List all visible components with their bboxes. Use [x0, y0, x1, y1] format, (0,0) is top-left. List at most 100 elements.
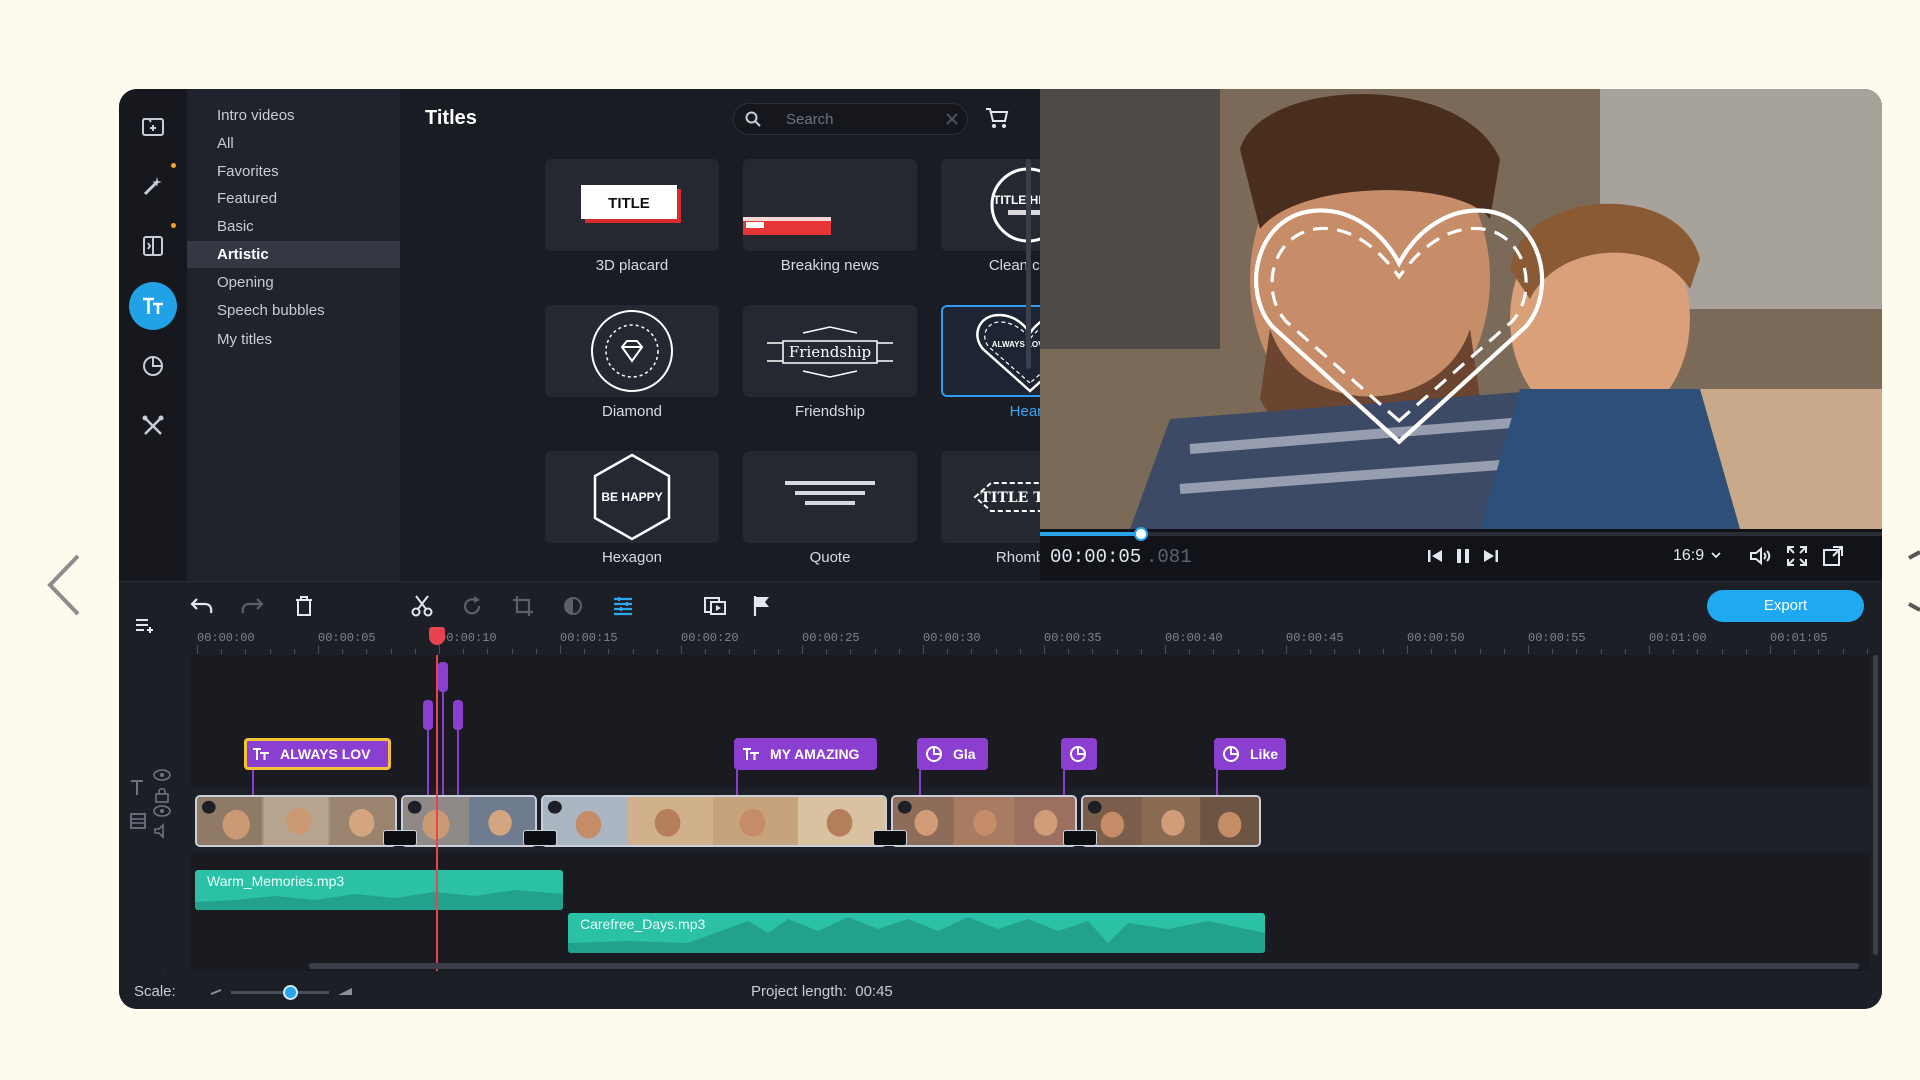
visibility-eye-icon[interactable]	[152, 765, 172, 785]
marker-flag-icon[interactable]	[749, 593, 775, 619]
ruler-tick	[1382, 649, 1384, 654]
tile-friendship[interactable]: Friendship	[743, 305, 917, 397]
undo-icon[interactable]	[189, 593, 215, 619]
crop-icon[interactable]	[510, 593, 536, 619]
mute-track-icon[interactable]	[152, 821, 172, 841]
transition-marker[interactable]	[383, 830, 417, 846]
ruler-tick	[995, 649, 997, 654]
titles-icon[interactable]	[129, 282, 177, 330]
ruler-tick	[705, 649, 707, 654]
store-cart-icon[interactable]	[985, 107, 1009, 129]
ruler-time-label: 00:00:45	[1286, 631, 1344, 645]
chevron-down-icon[interactable]	[1710, 549, 1722, 561]
scale-slider-knob[interactable]	[282, 985, 298, 1000]
ruler-tick	[560, 645, 561, 654]
color-adjust-icon[interactable]	[560, 593, 586, 619]
rotate-icon[interactable]	[459, 593, 485, 619]
cut-icon[interactable]	[409, 593, 435, 619]
video-clip[interactable]	[401, 795, 537, 847]
category-speech-bubbles[interactable]: Speech bubbles	[187, 297, 400, 324]
ruler-tick	[1455, 649, 1457, 654]
tile-hexagon[interactable]: BE HAPPY	[545, 451, 719, 543]
playhead[interactable]	[436, 655, 438, 971]
skip-back-icon[interactable]	[1423, 544, 1447, 568]
audio-clip[interactable]: Warm_Memories.mp3	[195, 870, 563, 910]
tile-breaking-news[interactable]	[743, 159, 917, 251]
audio-clip[interactable]: Carefree_Days.mp3	[568, 913, 1265, 953]
aspect-ratio-select[interactable]: 16:9	[1673, 547, 1704, 565]
more-tools-icon[interactable]	[129, 402, 177, 450]
delete-icon[interactable]	[291, 593, 317, 619]
clip-properties-icon[interactable]	[610, 593, 636, 619]
playback-progress[interactable]	[1040, 527, 1882, 541]
pause-icon[interactable]	[1451, 544, 1475, 568]
category-basic[interactable]: Basic	[187, 213, 400, 240]
zoom-in-icon[interactable]	[337, 984, 353, 998]
ruler-tick	[1019, 649, 1021, 654]
clear-search-icon[interactable]	[944, 111, 960, 127]
add-track-icon[interactable]	[134, 616, 154, 636]
category-artistic[interactable]: Artistic	[187, 241, 400, 268]
detach-player-icon[interactable]	[1821, 544, 1845, 568]
tile-diamond[interactable]	[545, 305, 719, 397]
sticker-clip[interactable]	[1061, 738, 1097, 770]
video-clip[interactable]	[195, 795, 397, 847]
ruler-tick	[1334, 649, 1336, 654]
category-favorites[interactable]: Favorites	[187, 158, 400, 185]
tile-preview-text: Friendship	[789, 343, 871, 361]
tile-3d-placard[interactable]: TITLE	[545, 159, 719, 251]
timeline-horizontal-scrollbar[interactable]	[309, 963, 1859, 969]
playhead-handle[interactable]	[429, 627, 445, 645]
clip-link-line	[736, 770, 738, 795]
previous-slide-arrow-icon[interactable]	[44, 552, 84, 618]
transition-marker[interactable]	[873, 830, 907, 846]
redo-icon[interactable]	[239, 593, 265, 619]
ruler-tick	[245, 649, 247, 654]
ruler-time-label: 00:00:55	[1528, 631, 1586, 645]
magic-wand-icon[interactable]	[129, 162, 177, 210]
skip-forward-icon[interactable]	[1479, 544, 1503, 568]
timeline-vertical-scrollbar[interactable]	[1873, 655, 1878, 955]
category-opening[interactable]: Opening	[187, 269, 400, 296]
timeline-ruler[interactable]: 00:00:00 00:00:05 00:00:10 00:00:15 00:00:20…	[119, 629, 1882, 655]
scale-slider[interactable]	[231, 985, 329, 1000]
category-intro-videos[interactable]: Intro videos	[187, 102, 400, 129]
ruler-tick	[1842, 649, 1844, 654]
title-clip[interactable]: ALWAYS LOV	[244, 738, 391, 770]
fullscreen-icon[interactable]	[1785, 544, 1809, 568]
ruler-tick	[1697, 649, 1699, 654]
audio-clip-label: Warm_Memories.mp3	[207, 873, 345, 889]
visibility-eye-icon[interactable]	[152, 801, 172, 821]
transition-marker[interactable]	[523, 830, 557, 846]
video-clip[interactable]	[1081, 795, 1261, 847]
ruler-tick	[1358, 649, 1360, 654]
effect-clip-stub[interactable]	[423, 700, 433, 730]
ruler-time-label: 00:00:25	[802, 631, 860, 645]
ruler-tick	[1044, 645, 1045, 654]
category-featured[interactable]: Featured	[187, 185, 400, 212]
zoom-out-icon[interactable]	[209, 984, 223, 998]
export-button[interactable]: Export	[1707, 590, 1864, 622]
category-all[interactable]: All	[187, 130, 400, 157]
transitions-icon[interactable]	[129, 222, 177, 270]
stickers-icon[interactable]	[129, 342, 177, 390]
video-clip[interactable]	[541, 795, 887, 847]
record-voiceover-icon[interactable]	[702, 593, 728, 619]
effect-clip-stub[interactable]	[438, 662, 448, 692]
import-icon[interactable]	[129, 102, 177, 150]
category-my-titles[interactable]: My titles	[187, 326, 400, 353]
titles-scrollbar[interactable]	[1026, 159, 1031, 369]
tile-quote[interactable]	[743, 451, 917, 543]
next-slide-arrow-icon[interactable]	[1905, 548, 1920, 620]
search-input[interactable]	[786, 109, 936, 129]
sticker-clip[interactable]: Gla	[917, 738, 988, 770]
ruler-tick	[923, 645, 924, 654]
transition-marker[interactable]	[1063, 830, 1097, 846]
title-clip[interactable]: MY AMAZING	[734, 738, 877, 770]
progress-knob[interactable]	[1134, 527, 1149, 541]
effect-clip-stub[interactable]	[453, 700, 463, 730]
video-clip[interactable]	[891, 795, 1077, 847]
volume-icon[interactable]	[1748, 544, 1772, 568]
sticker-clip[interactable]: Like	[1214, 738, 1286, 770]
ruler-tick	[1794, 649, 1796, 654]
